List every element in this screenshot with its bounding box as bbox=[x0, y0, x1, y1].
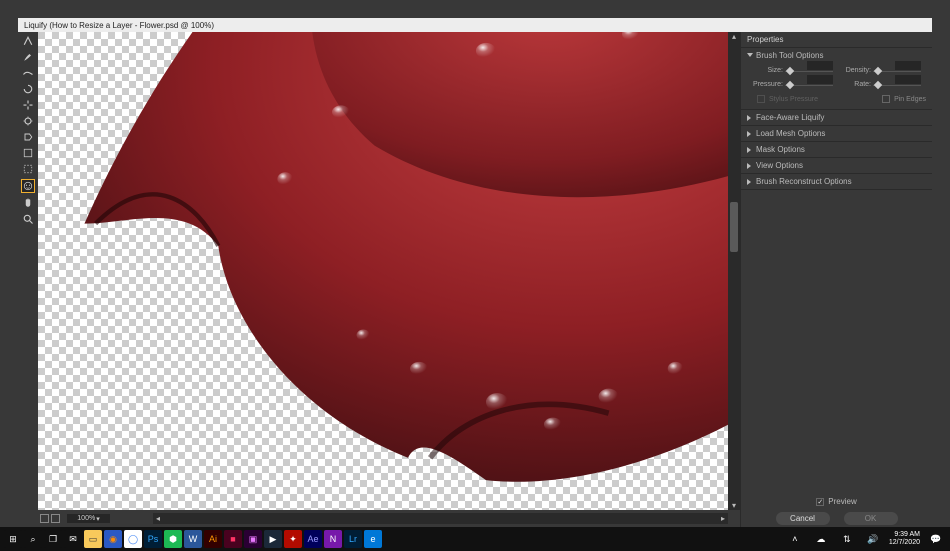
preview-checkbox[interactable] bbox=[816, 498, 824, 506]
panel-title: Properties bbox=[741, 32, 932, 48]
scroll-up-icon[interactable]: ▴ bbox=[728, 32, 740, 41]
chevron-right-icon bbox=[747, 115, 753, 121]
density-label: Density: bbox=[835, 67, 871, 74]
windows-taskbar[interactable]: ⊞⌕❐✉▭◉◯Ps⬢WAi■▣▶✦AeNLre ˄ ☁ ⇅ 🔊 9:39 AM … bbox=[0, 527, 950, 551]
taskbar-clock[interactable]: 9:39 AM 12/7/2020 bbox=[889, 531, 920, 547]
chevron-down-icon bbox=[747, 53, 753, 59]
tray-speaker-icon[interactable]: 🔊 bbox=[863, 529, 883, 549]
properties-panel: Properties Brush Tool Options Size: Dens… bbox=[740, 32, 932, 533]
taskbar-indesign[interactable]: ■ bbox=[224, 530, 242, 548]
taskbar-onenote[interactable]: N bbox=[324, 530, 342, 548]
taskbar-acrobat[interactable]: ✦ bbox=[284, 530, 302, 548]
horizontal-scrollbar[interactable]: 100%▾ ◂ ▸ bbox=[38, 513, 740, 524]
density-slider[interactable] bbox=[873, 65, 921, 75]
window-title: Liquify (How to Resize a Layer - Flower.… bbox=[24, 21, 214, 30]
canvas-area[interactable]: ▴ ▾ bbox=[38, 32, 740, 513]
taskbar-after-effects[interactable]: Ae bbox=[304, 530, 322, 548]
scroll-down-icon[interactable]: ▾ bbox=[728, 501, 740, 510]
taskbar-lightroom[interactable]: Lr bbox=[344, 530, 362, 548]
flower-image bbox=[73, 32, 729, 510]
view-icon-2[interactable] bbox=[51, 514, 60, 523]
taskbar-illustrator[interactable]: Ai bbox=[204, 530, 222, 548]
vertical-scrollbar[interactable]: ▴ ▾ bbox=[728, 32, 740, 510]
system-tray[interactable]: ˄ ☁ ⇅ 🔊 9:39 AM 12/7/2020 💬 bbox=[785, 529, 946, 549]
taskbar-word[interactable]: W bbox=[184, 530, 202, 548]
size-slider[interactable] bbox=[785, 65, 833, 75]
pin-edges-checkbox[interactable]: Pin Edges bbox=[872, 95, 926, 103]
scroll-thumb[interactable] bbox=[730, 202, 738, 252]
zoom-tool[interactable] bbox=[21, 213, 35, 225]
scroll-right-icon[interactable]: ▸ bbox=[718, 514, 728, 524]
reconstruct-tool[interactable] bbox=[21, 51, 35, 63]
chevron-right-icon bbox=[747, 163, 753, 169]
scroll-left-icon[interactable]: ◂ bbox=[153, 514, 163, 524]
canvas[interactable] bbox=[38, 32, 728, 510]
taskbar-dropbox[interactable]: ⬢ bbox=[164, 530, 182, 548]
title-bar: Liquify (How to Resize a Layer - Flower.… bbox=[18, 18, 932, 32]
face-tool[interactable] bbox=[21, 179, 35, 193]
taskbar-mail[interactable]: ✉ bbox=[64, 530, 82, 548]
tray-cloud-icon[interactable]: ☁ bbox=[811, 529, 831, 549]
taskbar-chrome[interactable]: ◯ bbox=[124, 530, 142, 548]
chevron-right-icon bbox=[747, 147, 753, 153]
liquify-toolbar bbox=[18, 32, 38, 533]
section-face_aware[interactable]: Face-Aware Liquify bbox=[741, 110, 932, 125]
taskbar-photoshop[interactable]: Ps bbox=[144, 530, 162, 548]
section-mask[interactable]: Mask Options bbox=[741, 142, 932, 157]
section-load_mesh[interactable]: Load Mesh Options bbox=[741, 126, 932, 141]
tray-network-icon[interactable]: ⇅ bbox=[837, 529, 857, 549]
push-left-tool[interactable] bbox=[21, 131, 35, 143]
pressure-label: Pressure: bbox=[745, 81, 783, 88]
brush-tool-options-section: Brush Tool Options Size: Density: Pressu… bbox=[741, 48, 932, 110]
zoom-level[interactable]: 100%▾ bbox=[67, 514, 110, 523]
taskbar-task-view[interactable]: ❐ bbox=[44, 530, 62, 548]
preview-label: Preview bbox=[828, 497, 856, 506]
pressure-slider[interactable] bbox=[785, 79, 833, 89]
tray-up-icon[interactable]: ˄ bbox=[785, 529, 805, 549]
view-icon-1[interactable] bbox=[40, 514, 49, 523]
tray-notification-icon[interactable]: 💬 bbox=[926, 529, 946, 549]
forward-warp-tool[interactable] bbox=[21, 35, 35, 47]
taskbar-file-explorer[interactable]: ▭ bbox=[84, 530, 102, 548]
cancel-button[interactable]: Cancel bbox=[776, 512, 830, 525]
taskbar-edge[interactable]: e bbox=[364, 530, 382, 548]
taskbar-start[interactable]: ⊞ bbox=[4, 530, 22, 548]
pucker-tool[interactable] bbox=[21, 99, 35, 111]
chevron-down-icon: ▾ bbox=[96, 515, 100, 523]
ok-button[interactable]: OK bbox=[844, 512, 898, 525]
taskbar-firefox[interactable]: ◉ bbox=[104, 530, 122, 548]
taskbar-search[interactable]: ⌕ bbox=[24, 530, 42, 548]
rate-slider[interactable] bbox=[873, 79, 921, 89]
twirl-tool[interactable] bbox=[21, 83, 35, 95]
stylus-pressure-checkbox: Stylus Pressure bbox=[747, 95, 818, 103]
hand-tool[interactable] bbox=[21, 197, 35, 209]
taskbar-steam[interactable]: ▶ bbox=[264, 530, 282, 548]
bloat-tool[interactable] bbox=[21, 115, 35, 127]
section-view[interactable]: View Options bbox=[741, 158, 932, 173]
thaw-mask-tool[interactable] bbox=[21, 163, 35, 175]
size-label: Size: bbox=[745, 67, 783, 74]
rate-label: Rate: bbox=[835, 81, 871, 88]
taskbar-premiere[interactable]: ▣ bbox=[244, 530, 262, 548]
chevron-right-icon bbox=[747, 131, 753, 137]
chevron-right-icon bbox=[747, 179, 753, 185]
section-brush_reconstruct[interactable]: Brush Reconstruct Options bbox=[741, 174, 932, 189]
smooth-tool[interactable] bbox=[21, 67, 35, 79]
freeze-mask-tool[interactable] bbox=[21, 147, 35, 159]
